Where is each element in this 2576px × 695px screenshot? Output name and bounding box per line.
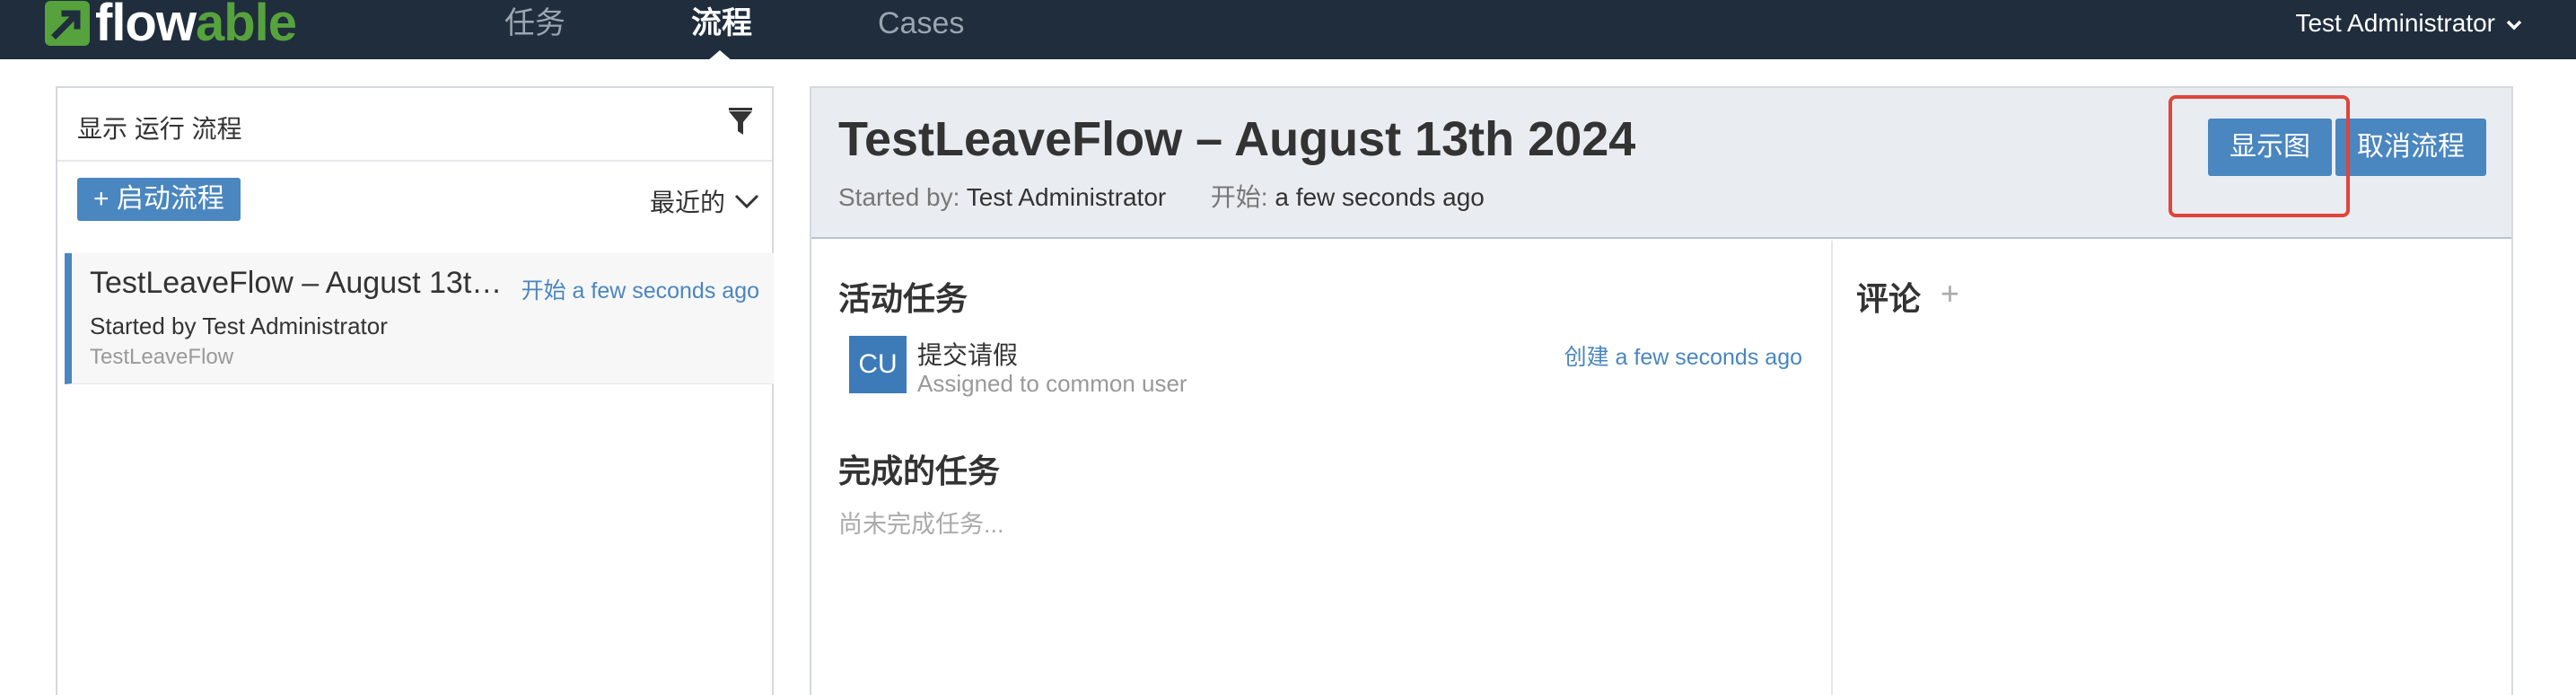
process-item-started-by: Started by Test Administrator (90, 312, 388, 339)
logo-text: flowable (95, 0, 297, 52)
add-comment-button[interactable]: + (1941, 275, 1959, 312)
flowable-logo-icon (45, 1, 90, 46)
nav-tab-processes[interactable]: 流程 (691, 0, 752, 47)
process-item-definition: TestLeaveFlow (90, 345, 234, 369)
process-meta: Started by: Test Administrator 开始: a few… (838, 178, 1485, 214)
column-divider (1831, 241, 1833, 695)
nav-tab-cases[interactable]: Cases (878, 0, 964, 47)
started-by-value: Test Administrator (966, 183, 1167, 211)
user-menu[interactable]: Test Administrator (2295, 0, 2522, 47)
task-assignee: Assigned to common user (917, 370, 1187, 397)
filter-icon[interactable] (727, 108, 754, 138)
started-by-label: Started by: (838, 183, 960, 211)
start-time-label: 开始: (1210, 183, 1268, 211)
process-list-title[interactable]: 显示 运行 流程 (77, 110, 242, 145)
task-name[interactable]: 提交请假 (917, 336, 1018, 372)
chevron-down-icon (734, 187, 759, 216)
completed-tasks-empty: 尚未完成任务... (838, 511, 1004, 538)
process-list-item[interactable]: TestLeaveFlow – August 13th 2024 开始 a fe… (65, 253, 774, 384)
process-list-panel: 显示 运行 流程 + 启动流程 最近的 TestLeaveFlow – Augu… (56, 86, 774, 695)
process-detail-panel: TestLeaveFlow – August 13th 2024 Started… (810, 86, 2513, 695)
comments-title: 评论 (1856, 280, 1922, 317)
start-time-value: a few seconds ago (1275, 183, 1485, 211)
process-list-header: 显示 运行 流程 (57, 88, 772, 162)
avatar: CU (849, 336, 907, 393)
process-detail-header: TestLeaveFlow – August 13th 2024 Started… (811, 88, 2511, 239)
start-process-button[interactable]: + 启动流程 (77, 178, 241, 221)
chevron-down-icon (2506, 0, 2522, 47)
nav-tab-tasks[interactable]: 任务 (504, 0, 565, 47)
process-item-time: 开始 a few seconds ago (521, 278, 759, 304)
process-list-toolbar: + 启动流程 最近的 (57, 163, 772, 244)
process-title: TestLeaveFlow – August 13th 2024 (838, 112, 1636, 166)
active-tab-indicator (707, 50, 732, 61)
completed-tasks-title: 完成的任务 (838, 453, 1001, 489)
process-item-name: TestLeaveFlow – August 13th 2024 (90, 266, 503, 300)
highlight-annotation (2169, 95, 2350, 217)
active-tasks-title: 活动任务 (838, 280, 968, 317)
cancel-process-button[interactable]: 取消流程 (2335, 119, 2486, 176)
task-created-time: 创建 a few seconds ago (1564, 345, 1802, 370)
top-navbar: flowable 任务 流程 Cases Test Administrator (0, 0, 2576, 61)
sort-dropdown[interactable]: 最近的 (650, 183, 759, 219)
sort-label: 最近的 (649, 189, 725, 216)
flowable-logo[interactable]: flowable (45, 0, 297, 52)
user-name: Test Administrator (2295, 9, 2495, 37)
